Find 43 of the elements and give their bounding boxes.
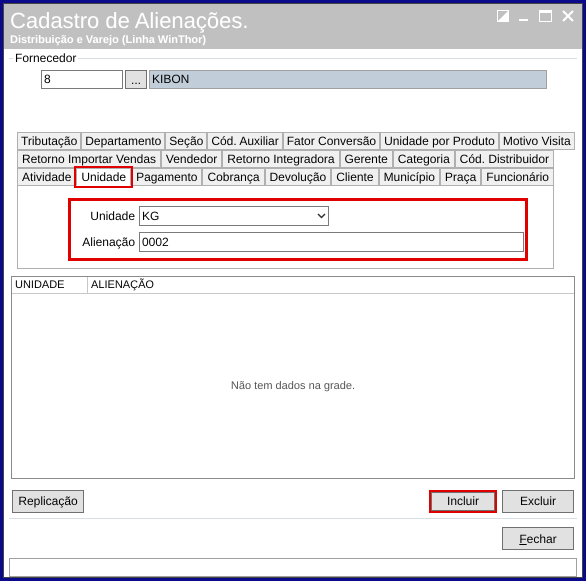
column-header[interactable]: ALIENAÇÃO [88,277,574,293]
supplier-name-field: KIBON [149,70,547,89]
tab[interactable]: Cód. Distribuidor [454,150,554,168]
alienation-field[interactable]: 0002 [139,232,524,252]
tab[interactable]: Retorno Importar Vendas [17,150,161,168]
tab[interactable]: Cód. Auxiliar [207,132,283,150]
tab[interactable]: Pagamento [131,168,202,186]
tab[interactable]: Município [378,168,440,186]
tab[interactable]: Unidade por Produto [380,132,499,150]
tab[interactable]: Tributação [17,132,82,150]
lookup-button[interactable]: ... [125,70,147,89]
tab[interactable]: Vendedor [160,150,222,168]
tab[interactable]: Seção [165,132,208,150]
empty-message: Não tem dados na grade. [230,378,356,394]
tab[interactable]: Funcionário [481,168,554,186]
close-icon[interactable] [562,10,574,22]
field-label: Unidade [89,208,135,225]
group-label: Fornecedor [13,51,78,65]
tab[interactable]: Gerente [340,150,393,168]
tab[interactable]: Unidade [76,168,132,186]
tab[interactable]: Cliente [331,168,379,186]
tab[interactable]: Retorno Integradora [222,150,340,168]
tab[interactable]: Cobrança [202,168,264,186]
tab[interactable]: Praça [440,168,482,186]
action-button[interactable]: Replicação [12,490,84,512]
close-button[interactable]: Fechar [502,527,574,550]
tab[interactable]: Categoria [392,150,455,168]
maximize-icon[interactable] [539,10,552,22]
tab[interactable]: Departamento [81,132,166,150]
action-button[interactable]: Excluir [502,490,574,512]
tab[interactable]: Devolução [264,168,332,186]
field-label: Alienação [81,234,135,251]
column-header[interactable]: UNIDADE [12,277,88,293]
chevron-down-icon [317,213,326,219]
highlighted-button[interactable]: Incluir [429,490,497,512]
supplier-code-field[interactable]: 8 [41,70,123,89]
window-title: Cadastro de Alienações. [10,8,248,34]
tab[interactable]: Fator Conversão [282,132,380,150]
tab[interactable]: Atividade [17,168,76,186]
tab[interactable]: Motivo Visita [498,132,575,150]
window-subtitle: Distribuição e Varejo (Linha WinThor) [10,34,208,47]
unit-dropdown[interactable]: KG [139,206,329,226]
theme-icon[interactable] [497,10,509,22]
